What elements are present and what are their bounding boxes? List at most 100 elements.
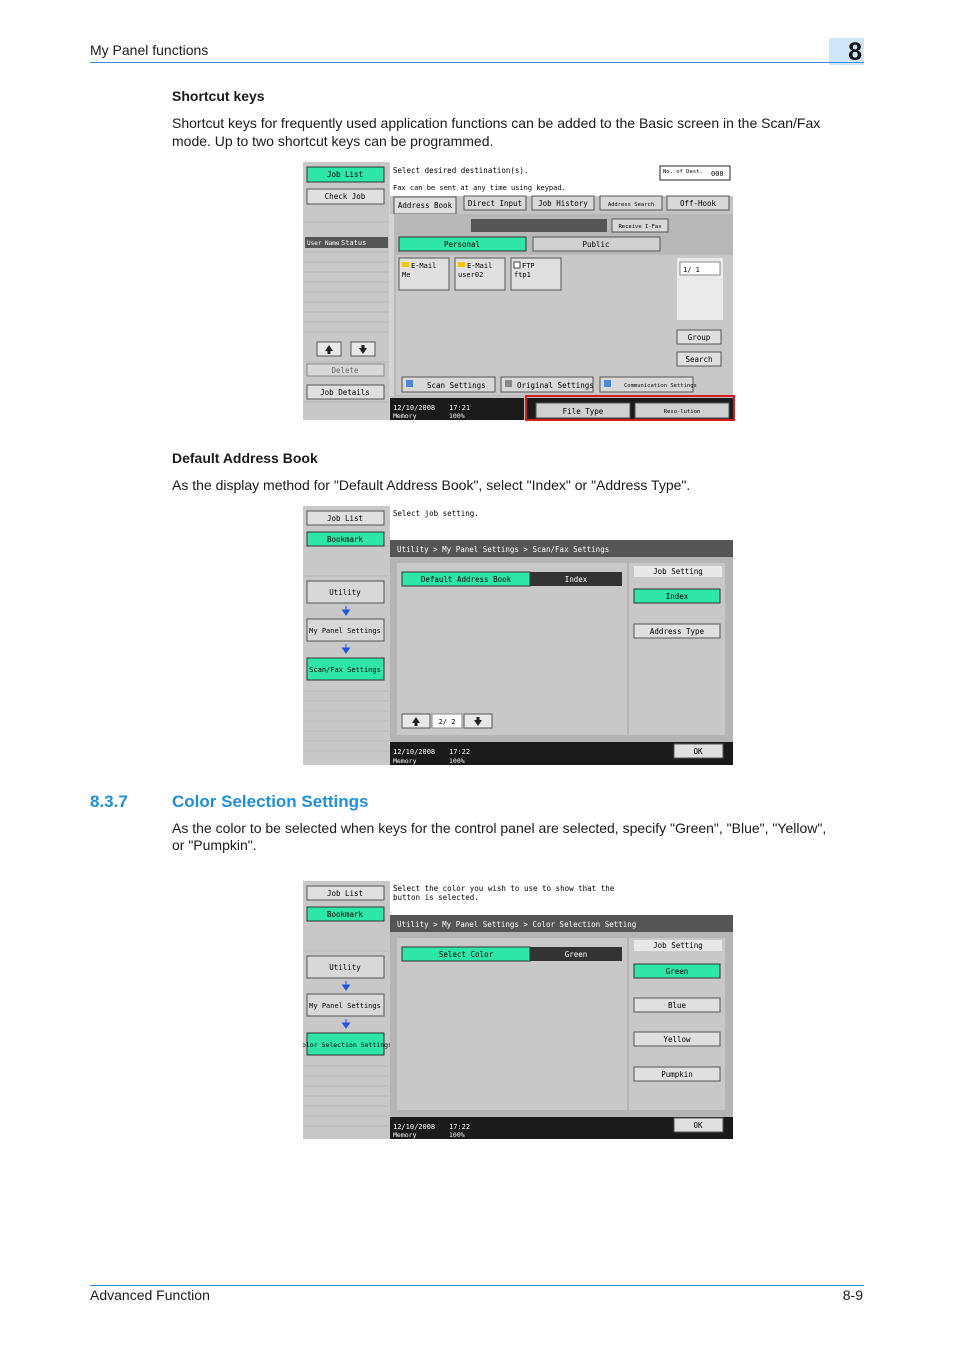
- footer-title: Advanced Function: [90, 1287, 210, 1303]
- receive-ifax-label: Receive I-Fax: [618, 224, 662, 230]
- job-list-label: Job List: [327, 170, 363, 179]
- dest-name: user02: [458, 271, 483, 279]
- index-option-button[interactable]: Index: [633, 588, 721, 604]
- select-color-setting[interactable]: Select Color: [401, 946, 531, 962]
- personal-tab[interactable]: Personal: [398, 236, 527, 252]
- yellow-label: Yellow: [663, 1035, 691, 1044]
- scan-settings-button[interactable]: Scan Settings: [401, 376, 496, 393]
- index-label: Index: [666, 592, 689, 601]
- job-list-button[interactable]: Job List: [306, 510, 385, 526]
- footer-rule: [90, 1285, 864, 1286]
- dest-count-value: 000: [711, 170, 724, 178]
- message-text: Select job setting.: [393, 509, 479, 518]
- delete-label: Delete: [331, 366, 359, 375]
- scroll-up-button[interactable]: [316, 341, 342, 357]
- blue-label: Blue: [668, 1001, 687, 1010]
- my-panel-settings-nav-button[interactable]: My Panel Settings: [306, 993, 385, 1017]
- ok-button[interactable]: OK: [673, 1117, 724, 1133]
- page-up-button[interactable]: [401, 713, 431, 729]
- memory-value: 100%: [449, 757, 465, 765]
- scan-settings-label: Scan Settings: [427, 381, 486, 390]
- receive-ifax-button[interactable]: Receive I-Fax: [611, 218, 669, 233]
- default-address-book-setting[interactable]: Default Address Book: [401, 571, 531, 587]
- group-button[interactable]: Group: [676, 329, 722, 345]
- section-title: Color Selection Settings: [172, 792, 369, 811]
- bookmark-label: Bookmark: [327, 910, 364, 919]
- blue-option-button[interactable]: Blue: [633, 997, 721, 1013]
- original-settings-label: Original Settings: [517, 381, 594, 390]
- memory-label: Memory: [393, 1131, 417, 1139]
- tab-address-search[interactable]: Address Search: [599, 195, 663, 211]
- yellow-option-button[interactable]: Yellow: [633, 1031, 721, 1047]
- page-indicator: 2/ 2: [439, 718, 456, 726]
- job-list-button[interactable]: Job List: [306, 166, 385, 183]
- original-settings-button[interactable]: Original Settings: [500, 376, 594, 393]
- email-icon: [458, 262, 465, 267]
- communication-icon: [604, 380, 611, 387]
- ok-button[interactable]: OK: [673, 743, 724, 759]
- original-icon: [505, 380, 512, 387]
- check-job-button[interactable]: Check Job: [306, 188, 385, 205]
- section-number: 8.3.7: [90, 792, 128, 811]
- bookmark-button[interactable]: Bookmark: [306, 906, 385, 922]
- destination-ftp-ftp1[interactable]: FTP ftp1: [510, 257, 562, 291]
- color-selection-para-line1: As the color to be selected when keys fo…: [172, 820, 827, 836]
- utility-nav-button[interactable]: Utility: [306, 955, 385, 979]
- memory-value: 100%: [449, 1131, 465, 1139]
- off-hook-label: Off-Hook: [680, 199, 717, 208]
- utility-nav-button[interactable]: Utility: [306, 580, 385, 604]
- running-header: My Panel functions: [90, 42, 209, 58]
- group-label: Group: [688, 333, 711, 342]
- job-details-button[interactable]: Job Details: [306, 384, 385, 400]
- header-rule: [90, 62, 864, 63]
- search-button[interactable]: Search: [676, 351, 722, 367]
- color-selection-para-line2: or "Pumpkin".: [172, 837, 257, 853]
- shortcut-keys-para-line2: mode. Up to two shortcut keys can be pro…: [172, 133, 494, 149]
- tab-address-search-label: Address Search: [608, 202, 654, 208]
- tip-text: Fax can be sent at any time using keypad…: [393, 184, 566, 192]
- green-option-button[interactable]: Green: [633, 963, 721, 979]
- job-list-label: Job List: [327, 889, 363, 898]
- public-tab[interactable]: Public: [532, 236, 661, 252]
- public-label: Public: [582, 240, 609, 249]
- ok-label: OK: [693, 747, 703, 756]
- setting-label: Select Color: [439, 950, 494, 959]
- scan-fax-settings-nav-button[interactable]: Scan/Fax Settings: [306, 657, 385, 681]
- off-hook-button[interactable]: Off-Hook: [666, 195, 730, 211]
- bookmark-label: Bookmark: [327, 535, 364, 544]
- date-text: 12/10/2008: [393, 748, 435, 756]
- email-icon: [402, 262, 409, 267]
- scroll-down-button[interactable]: [350, 341, 376, 357]
- destination-email-me[interactable]: E-Mail Me: [398, 257, 450, 291]
- scan-icon: [406, 380, 413, 387]
- default-address-book-heading: Default Address Book: [172, 450, 318, 466]
- ftp-icon: [513, 261, 521, 269]
- tab-job-history[interactable]: Job History: [531, 195, 595, 211]
- job-list-label: Job List: [327, 514, 363, 523]
- file-type-shortcut-button[interactable]: File Type: [535, 402, 631, 419]
- address-type-option-button[interactable]: Address Type: [633, 623, 721, 639]
- page-down-button[interactable]: [463, 713, 493, 729]
- destination-email-user02[interactable]: E-Mail user02: [454, 257, 506, 291]
- resolution-shortcut-button[interactable]: Reso-lution: [634, 402, 730, 419]
- my-panel-settings-nav-button[interactable]: My Panel Settings: [306, 618, 385, 642]
- tab-direct-input[interactable]: Direct Input: [463, 195, 527, 211]
- green-label: Green: [666, 967, 689, 976]
- tab-address-book[interactable]: Address Book: [393, 196, 457, 215]
- delete-button[interactable]: Delete: [306, 363, 385, 377]
- chapter-number-badge: 8: [829, 38, 864, 66]
- communication-settings-button[interactable]: Communication Settings: [599, 376, 697, 393]
- shortcut-keys-para-line1: Shortcut keys for frequently used applic…: [172, 115, 821, 131]
- bookmark-button[interactable]: Bookmark: [306, 531, 385, 547]
- color-selection-settings-nav-button[interactable]: Color Selection Settings: [303, 1032, 392, 1056]
- dest-count-label: No. of Dest.: [663, 169, 703, 175]
- dest-name: ftp1: [514, 271, 531, 279]
- status-column: Status: [341, 239, 366, 247]
- file-type-label: File Type: [563, 407, 604, 416]
- tab-direct-input-label: Direct Input: [468, 199, 522, 208]
- job-setting-header: Job Setting: [653, 567, 703, 576]
- scan-fax-settings-label: Scan/Fax Settings: [309, 666, 381, 674]
- pumpkin-option-button[interactable]: Pumpkin: [633, 1066, 721, 1082]
- shortcut-keys-heading: Shortcut keys: [172, 88, 265, 104]
- job-list-button[interactable]: Job List: [306, 885, 385, 901]
